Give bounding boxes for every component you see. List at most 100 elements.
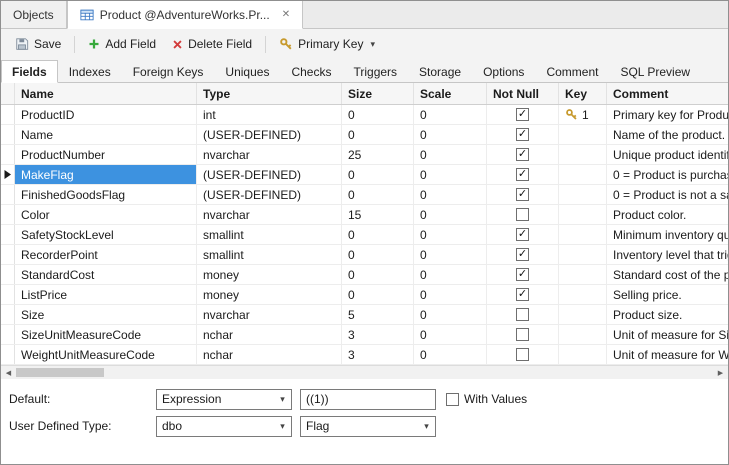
field-comment-cell[interactable]: 0 = Product is not a sa [607,185,728,204]
column-header-type[interactable]: Type [197,83,342,104]
not-null-checkbox[interactable] [516,308,529,321]
field-type-cell[interactable]: nvarchar [197,205,342,224]
field-type-cell[interactable]: money [197,285,342,304]
field-scale-cell[interactable]: 0 [414,245,487,264]
not-null-checkbox[interactable]: ✓ [516,288,529,301]
field-name-cell[interactable]: ProductID [15,105,197,124]
field-name-cell[interactable]: StandardCost [15,265,197,284]
field-comment-cell[interactable]: Name of the product. [607,125,728,144]
not-null-cell[interactable] [487,205,559,224]
udt-type-combobox[interactable]: Flag ▾ [300,416,436,437]
field-type-cell[interactable]: (USER-DEFINED) [197,185,342,204]
not-null-cell[interactable] [487,325,559,344]
tab-product-designer[interactable]: Product @AdventureWorks.Pr... ✕ [67,1,303,29]
field-type-cell[interactable]: smallint [197,245,342,264]
not-null-checkbox[interactable] [516,348,529,361]
field-name-cell[interactable]: Color [15,205,197,224]
table-row[interactable]: RecorderPointsmallint00✓Inventory level … [1,245,728,265]
table-row[interactable]: ProductNumbernvarchar250✓Unique product … [1,145,728,165]
save-button[interactable]: Save [7,33,69,55]
field-type-cell[interactable]: nchar [197,345,342,364]
field-name-cell[interactable]: WeightUnitMeasureCode [15,345,197,364]
field-name-cell[interactable]: ProductNumber [15,145,197,164]
not-null-checkbox[interactable]: ✓ [516,268,529,281]
subtab-uniques[interactable]: Uniques [214,60,280,83]
key-cell[interactable] [559,125,607,144]
tab-objects[interactable]: Objects [1,1,67,28]
add-field-button[interactable]: Add Field [80,33,164,55]
subtab-options[interactable]: Options [472,60,535,83]
table-row[interactable]: Colornvarchar150Product color. [1,205,728,225]
table-row[interactable]: ProductIDint00✓1Primary key for Produc [1,105,728,125]
subtab-foreign-keys[interactable]: Foreign Keys [122,60,215,83]
not-null-checkbox[interactable]: ✓ [516,128,529,141]
not-null-cell[interactable]: ✓ [487,225,559,244]
column-header-comment[interactable]: Comment [607,83,728,104]
not-null-cell[interactable]: ✓ [487,105,559,124]
not-null-cell[interactable]: ✓ [487,165,559,184]
field-comment-cell[interactable]: Unique product identif [607,145,728,164]
key-cell[interactable] [559,265,607,284]
key-cell[interactable]: 1 [559,105,607,124]
subtab-storage[interactable]: Storage [408,60,472,83]
not-null-checkbox[interactable] [516,328,529,341]
field-type-cell[interactable]: nchar [197,325,342,344]
field-size-cell[interactable]: 0 [342,225,414,244]
default-value-input[interactable] [300,389,436,410]
column-header-name[interactable]: Name [15,83,197,104]
field-type-cell[interactable]: money [197,265,342,284]
key-cell[interactable] [559,145,607,164]
field-type-cell[interactable]: int [197,105,342,124]
close-icon[interactable]: ✕ [282,9,290,20]
scroll-right-icon[interactable]: ▶ [713,366,728,379]
field-size-cell[interactable]: 0 [342,265,414,284]
table-row[interactable]: WeightUnitMeasureCodenchar30Unit of meas… [1,345,728,365]
not-null-cell[interactable] [487,345,559,364]
field-size-cell[interactable]: 3 [342,325,414,344]
not-null-cell[interactable]: ✓ [487,285,559,304]
not-null-checkbox[interactable]: ✓ [516,248,529,261]
field-scale-cell[interactable]: 0 [414,145,487,164]
table-row[interactable]: SafetyStockLevelsmallint00✓Minimum inven… [1,225,728,245]
field-size-cell[interactable]: 0 [342,165,414,184]
delete-field-button[interactable]: Delete Field [164,33,260,55]
table-row[interactable]: FinishedGoodsFlag(USER-DEFINED)00✓0 = Pr… [1,185,728,205]
with-values-checkbox[interactable] [446,393,459,406]
not-null-cell[interactable] [487,305,559,324]
field-name-cell[interactable]: Size [15,305,197,324]
key-cell[interactable] [559,285,607,304]
field-comment-cell[interactable]: Standard cost of the pr [607,265,728,284]
field-comment-cell[interactable]: Product color. [607,205,728,224]
not-null-cell[interactable]: ✓ [487,245,559,264]
field-scale-cell[interactable]: 0 [414,185,487,204]
field-comment-cell[interactable]: Inventory level that trig [607,245,728,264]
field-type-cell[interactable]: (USER-DEFINED) [197,125,342,144]
subtab-triggers[interactable]: Triggers [342,60,408,83]
field-comment-cell[interactable]: Selling price. [607,285,728,304]
not-null-checkbox[interactable]: ✓ [516,168,529,181]
field-size-cell[interactable]: 5 [342,305,414,324]
field-scale-cell[interactable]: 0 [414,305,487,324]
subtab-fields[interactable]: Fields [1,60,58,83]
not-null-checkbox[interactable]: ✓ [516,188,529,201]
field-name-cell[interactable]: RecorderPoint [15,245,197,264]
field-scale-cell[interactable]: 0 [414,345,487,364]
field-comment-cell[interactable]: Minimum inventory qu [607,225,728,244]
field-scale-cell[interactable]: 0 [414,225,487,244]
field-type-cell[interactable]: (USER-DEFINED) [197,165,342,184]
key-cell[interactable] [559,205,607,224]
not-null-checkbox[interactable]: ✓ [516,108,529,121]
subtab-sql-preview[interactable]: SQL Preview [609,60,701,83]
field-size-cell[interactable]: 0 [342,125,414,144]
with-values-option[interactable]: With Values [446,392,527,406]
not-null-checkbox[interactable] [516,208,529,221]
field-comment-cell[interactable]: Unit of measure for W [607,345,728,364]
field-comment-cell[interactable]: 0 = Product is purchas [607,165,728,184]
field-scale-cell[interactable]: 0 [414,105,487,124]
table-row[interactable]: ListPricemoney00✓Selling price. [1,285,728,305]
not-null-cell[interactable]: ✓ [487,265,559,284]
primary-key-button[interactable]: Primary Key ▾ [271,33,383,55]
field-scale-cell[interactable]: 0 [414,285,487,304]
table-row[interactable]: Sizenvarchar50Product size. [1,305,728,325]
table-row[interactable]: Name(USER-DEFINED)00✓Name of the product… [1,125,728,145]
